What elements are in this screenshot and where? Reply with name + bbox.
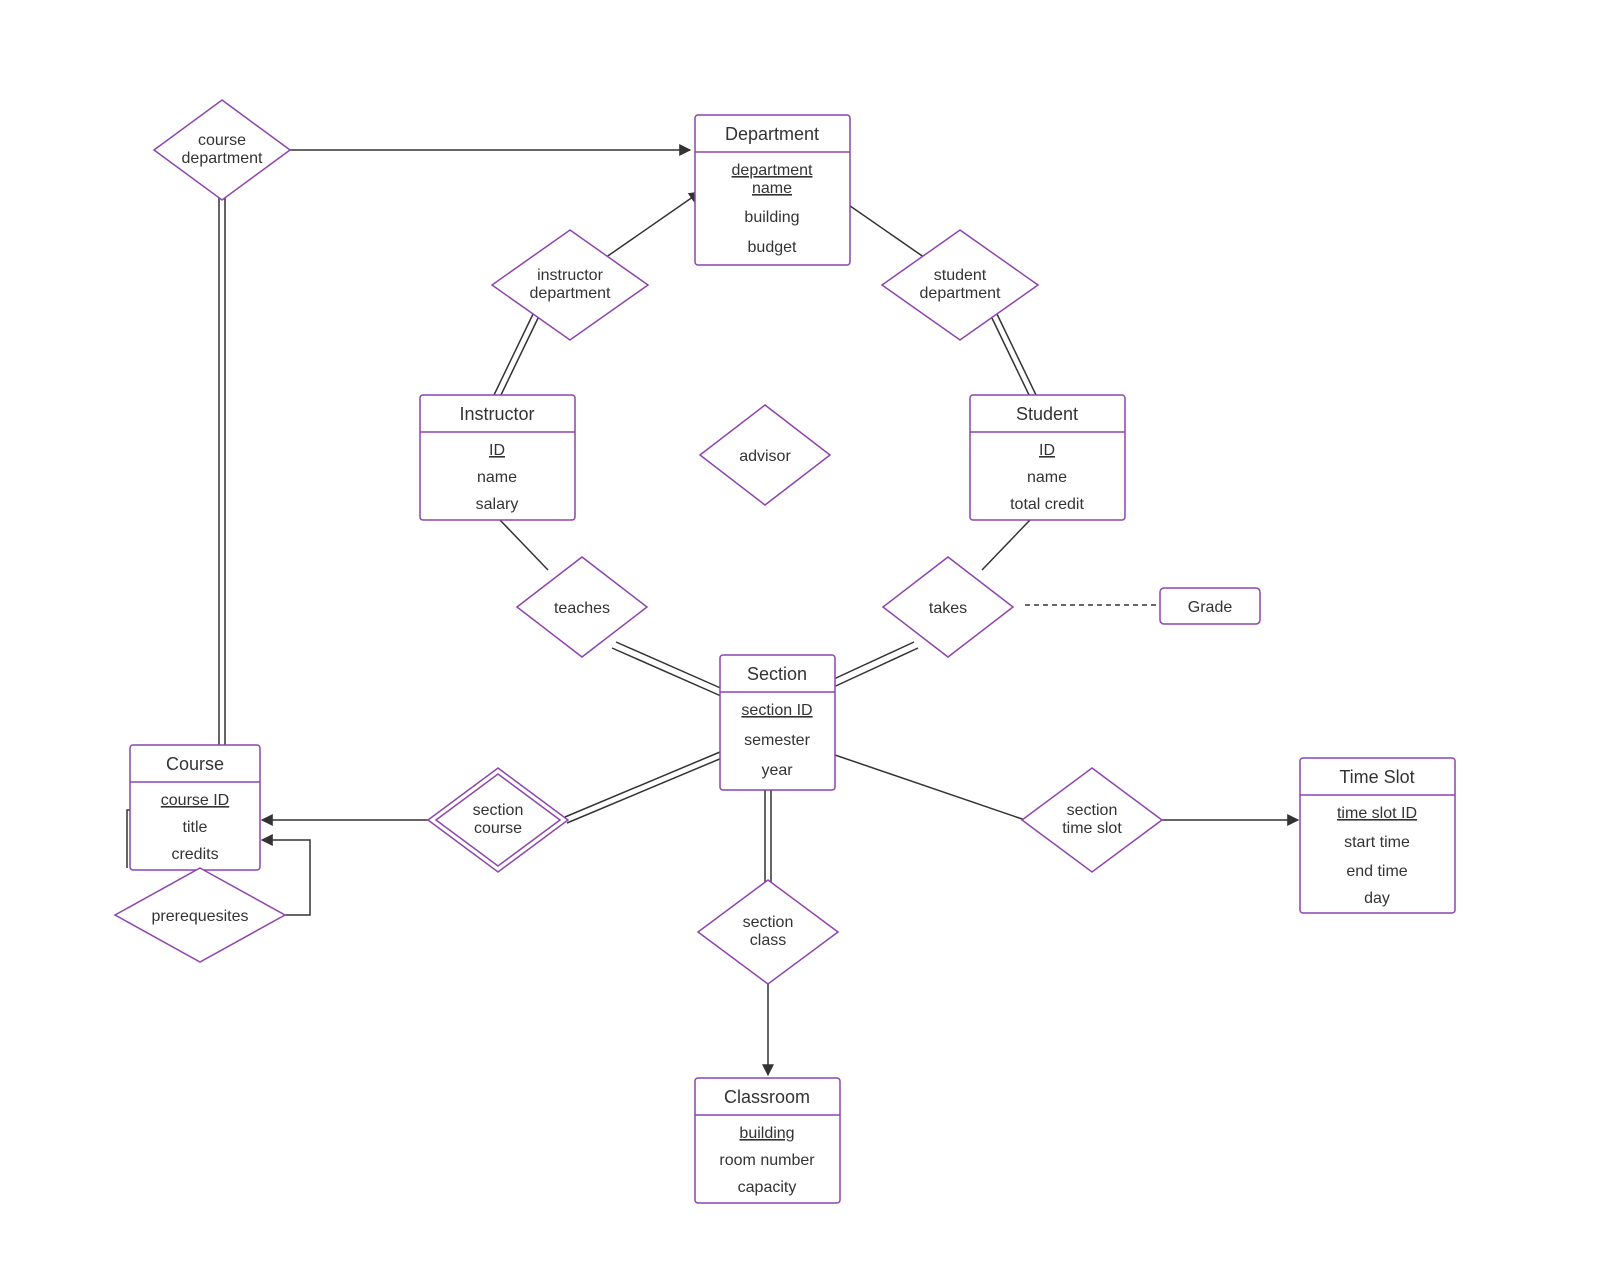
entity-instructor: Instructor ID name salary bbox=[420, 395, 575, 520]
entity-attr: total credit bbox=[1010, 496, 1084, 513]
rel-teaches: teaches bbox=[517, 557, 647, 657]
rel-section-class: section class bbox=[698, 880, 838, 984]
er-diagram: Department department name building budg… bbox=[0, 0, 1600, 1280]
entity-attr: year bbox=[761, 762, 793, 779]
entity-title: Instructor bbox=[459, 404, 534, 424]
svg-text:takes: takes bbox=[929, 600, 967, 617]
svg-text:instructor: instructor bbox=[537, 267, 603, 284]
rel-student-department: student department bbox=[882, 230, 1038, 340]
svg-text:section: section bbox=[473, 802, 524, 819]
svg-text:teaches: teaches bbox=[554, 600, 610, 617]
entity-attr: name bbox=[477, 469, 517, 486]
svg-text:class: class bbox=[750, 932, 786, 949]
svg-text:course: course bbox=[474, 820, 522, 837]
entity-attr: time slot ID bbox=[1337, 805, 1417, 822]
entity-attr: name bbox=[1027, 469, 1067, 486]
entity-attr: section ID bbox=[741, 702, 812, 719]
svg-text:prerequesites: prerequesites bbox=[152, 908, 249, 925]
entity-attr: department bbox=[732, 162, 813, 179]
rel-course-department: course department bbox=[154, 100, 290, 200]
svg-text:student: student bbox=[934, 267, 987, 284]
rel-takes: takes bbox=[883, 557, 1013, 657]
entity-attr: building bbox=[739, 1125, 794, 1142]
entity-attr: budget bbox=[748, 239, 797, 256]
entity-title: Course bbox=[166, 754, 224, 774]
entity-attr: ID bbox=[489, 442, 505, 459]
entity-attr: capacity bbox=[738, 1179, 797, 1196]
entity-title: Classroom bbox=[724, 1087, 810, 1107]
entity-department: Department department name building budg… bbox=[695, 115, 850, 265]
entity-attr: title bbox=[183, 819, 208, 836]
entity-attr: semester bbox=[744, 732, 810, 749]
rel-section-course: section course bbox=[428, 768, 568, 872]
svg-text:time slot: time slot bbox=[1062, 820, 1122, 837]
entity-timeslot: Time Slot time slot ID start time end ti… bbox=[1300, 758, 1455, 913]
entity-attr: room number bbox=[719, 1152, 815, 1169]
entity-title: Department bbox=[725, 124, 819, 144]
svg-text:Grade: Grade bbox=[1188, 599, 1233, 616]
rel-section-timeslot: section time slot bbox=[1022, 768, 1162, 872]
entity-attr: ID bbox=[1039, 442, 1055, 459]
attr-grade: Grade bbox=[1160, 588, 1260, 624]
entity-attr: start time bbox=[1344, 834, 1410, 851]
entity-attr: day bbox=[1364, 890, 1390, 907]
svg-text:section: section bbox=[1067, 802, 1118, 819]
entity-attr: name bbox=[752, 180, 792, 197]
svg-text:advisor: advisor bbox=[739, 448, 791, 465]
entity-classroom: Classroom building room number capacity bbox=[695, 1078, 840, 1203]
svg-text:course: course bbox=[198, 132, 246, 149]
entity-title: Section bbox=[747, 664, 807, 684]
entity-attr: end time bbox=[1346, 863, 1407, 880]
svg-text:department: department bbox=[920, 285, 1001, 302]
svg-text:section: section bbox=[743, 914, 794, 931]
entity-attr: salary bbox=[476, 496, 519, 513]
entity-section: Section section ID semester year bbox=[720, 655, 835, 790]
entity-title: Student bbox=[1016, 404, 1078, 424]
entity-attr: building bbox=[744, 209, 799, 226]
rel-advisor: advisor bbox=[700, 405, 830, 505]
entity-course: Course course ID title credits bbox=[130, 745, 260, 870]
entity-student: Student ID name total credit bbox=[970, 395, 1125, 520]
entity-attr: credits bbox=[171, 846, 218, 863]
rel-instructor-department: instructor department bbox=[492, 230, 648, 340]
entity-attr: course ID bbox=[161, 792, 229, 809]
rel-prerequisites: prerequesites bbox=[115, 868, 285, 962]
svg-text:department: department bbox=[182, 150, 263, 167]
entity-title: Time Slot bbox=[1339, 767, 1414, 787]
svg-text:department: department bbox=[530, 285, 611, 302]
